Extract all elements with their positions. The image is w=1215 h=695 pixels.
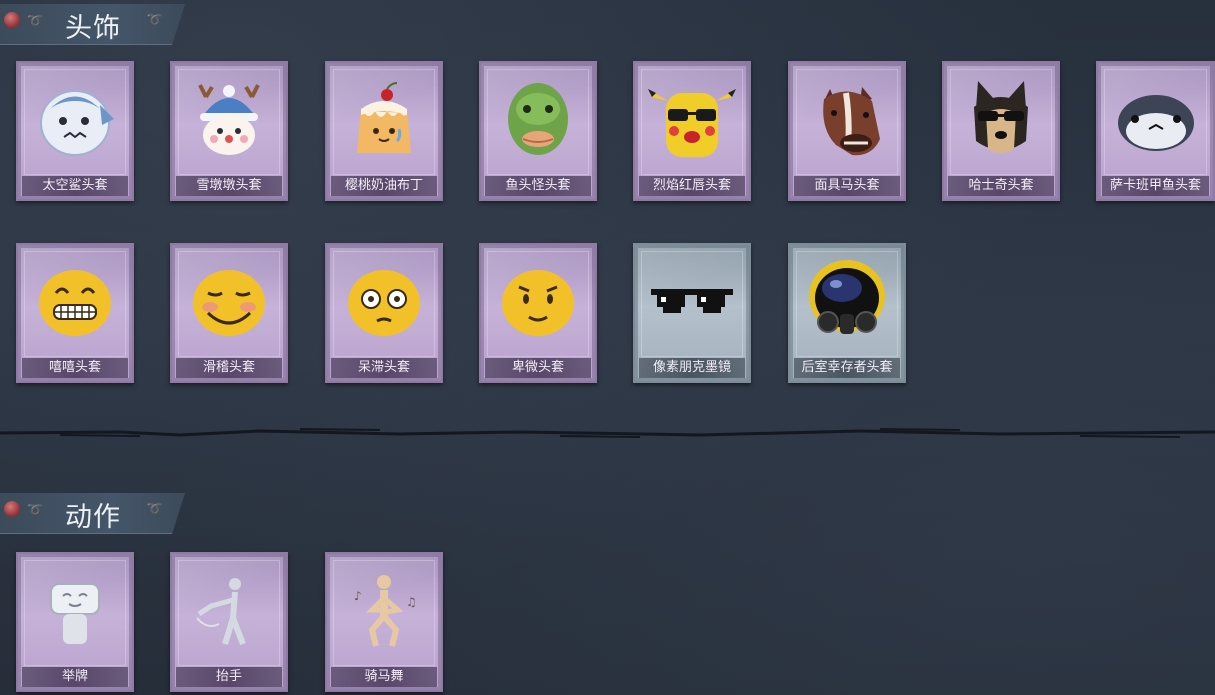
item-card-hold-sign[interactable]: 举牌 xyxy=(16,552,134,692)
item-card-red-lips[interactable]: 烈焰红唇头套 xyxy=(633,61,751,201)
item-card-timid[interactable]: 卑微头套 xyxy=(479,243,597,383)
fish-head-mask-icon xyxy=(493,79,583,163)
pin-icon xyxy=(4,12,20,28)
gas-mask-helmet-icon xyxy=(802,256,892,350)
item-card-cherry-pudding[interactable]: 樱桃奶油布丁 xyxy=(325,61,443,201)
fish-hood-icon xyxy=(1111,79,1201,163)
horse-dance-pose-icon: ♪ ♫ xyxy=(344,570,424,654)
item-card-fish-head[interactable]: 鱼头怪头套 xyxy=(479,61,597,201)
grin-emoji-icon xyxy=(30,261,120,345)
item-card-grin[interactable]: 嘻嘻头套 xyxy=(16,243,134,383)
item-label: 举牌 xyxy=(22,667,128,687)
item-label: 抬手 xyxy=(176,667,282,687)
item-label: 骑马舞 xyxy=(331,667,437,687)
swirl-left-icon: ➰ xyxy=(27,14,44,29)
item-label: 太空鲨头套 xyxy=(22,176,128,196)
shark-helmet-icon xyxy=(30,79,120,163)
item-card-dazed[interactable]: 呆滞头套 xyxy=(325,243,443,383)
item-label: 雪墩墩头套 xyxy=(176,176,282,196)
smirk-emoji-icon xyxy=(184,261,274,345)
item-label: 嘻嘻头套 xyxy=(22,358,128,378)
snow-reindeer-helmet-icon xyxy=(184,79,274,163)
husky-mask-icon xyxy=(956,79,1046,163)
collection-screen: ➰ 头饰 ➰ 太空鲨头套 雪墩墩头套 樱桃奶油布丁 鱼头怪头套 烈焰红唇头套 面… xyxy=(0,0,1215,695)
item-card-snow-dun[interactable]: 雪墩墩头套 xyxy=(170,61,288,201)
hold-sign-pose-icon xyxy=(35,570,115,654)
yellow-creature-sunglasses-icon xyxy=(642,79,742,163)
item-card-pixel-shades[interactable]: 像素朋克墨镜 xyxy=(633,243,751,383)
raise-hand-pose-icon xyxy=(189,570,269,654)
swirl-left-icon: ➰ xyxy=(27,503,44,518)
dazed-emoji-icon xyxy=(339,261,429,345)
swirl-right-icon: ➰ xyxy=(146,13,163,28)
item-label: 滑稽头套 xyxy=(176,358,282,378)
item-label: 萨卡班甲鱼头套 xyxy=(1102,176,1209,196)
svg-text:♪: ♪ xyxy=(354,589,362,603)
item-label: 哈士奇头套 xyxy=(948,176,1054,196)
item-label: 像素朋克墨镜 xyxy=(639,358,745,378)
section-divider xyxy=(0,428,1215,438)
headwear-section-header: ➰ 头饰 ➰ xyxy=(0,4,185,45)
item-label: 后室幸存者头套 xyxy=(794,358,900,378)
item-card-horse-dance[interactable]: ♪ ♫ 骑马舞 xyxy=(325,552,443,692)
item-card-smirk[interactable]: 滑稽头套 xyxy=(170,243,288,383)
item-card-sacabambaspis[interactable]: 萨卡班甲鱼头套 xyxy=(1096,61,1215,201)
cherry-pudding-icon xyxy=(339,79,429,163)
actions-section-header: ➰ 动作 ➰ xyxy=(0,493,185,534)
item-label: 鱼头怪头套 xyxy=(485,176,591,196)
actions-section-title: 动作 xyxy=(65,502,121,533)
timid-emoji-icon xyxy=(493,261,583,345)
item-label: 烈焰红唇头套 xyxy=(639,176,745,196)
item-card-raise-hand[interactable]: 抬手 xyxy=(170,552,288,692)
svg-text:♫: ♫ xyxy=(406,595,417,609)
pixel-sunglasses-icon xyxy=(647,281,737,325)
item-card-horse-mask[interactable]: 面具马头套 xyxy=(788,61,906,201)
horse-mask-icon xyxy=(802,79,892,163)
item-card-husky[interactable]: 哈士奇头套 xyxy=(942,61,1060,201)
item-label: 樱桃奶油布丁 xyxy=(331,176,437,196)
item-card-backrooms-survivor[interactable]: 后室幸存者头套 xyxy=(788,243,906,383)
item-label: 卑微头套 xyxy=(485,358,591,378)
pin-icon xyxy=(4,501,20,517)
swirl-right-icon: ➰ xyxy=(146,502,163,517)
item-label: 面具马头套 xyxy=(794,176,900,196)
item-card-space-shark[interactable]: 太空鲨头套 xyxy=(16,61,134,201)
headwear-section-title: 头饰 xyxy=(65,13,121,44)
item-label: 呆滞头套 xyxy=(331,358,437,378)
